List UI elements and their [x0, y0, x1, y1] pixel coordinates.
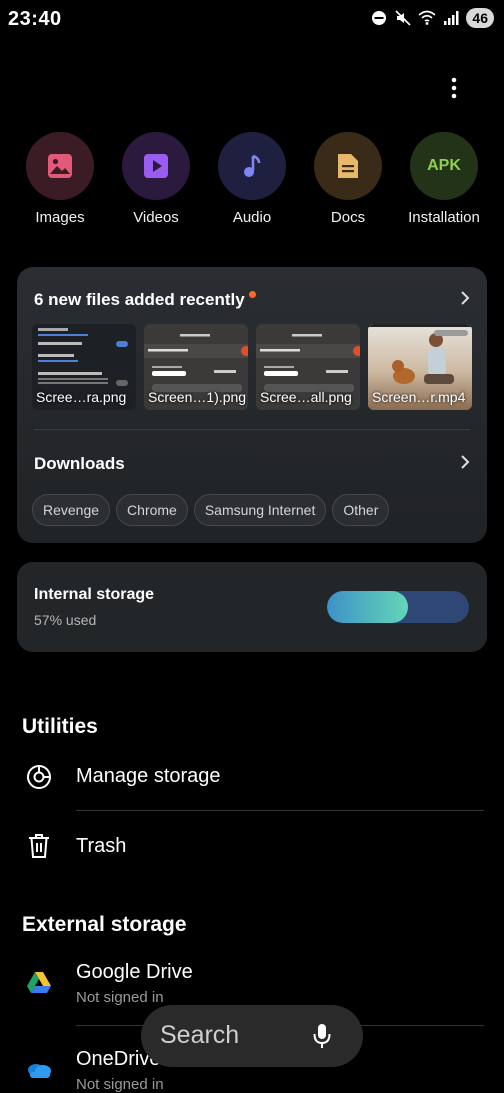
- search-bar[interactable]: Search: [141, 1005, 363, 1067]
- apk-icon: APK: [410, 132, 478, 200]
- category-installation[interactable]: APK Installation: [396, 132, 492, 226]
- status-icons: 46: [370, 8, 494, 28]
- chip-other[interactable]: Other: [332, 494, 390, 526]
- more-options-button[interactable]: [442, 76, 466, 100]
- chevron-right-icon: [460, 453, 470, 474]
- category-label: Videos: [133, 209, 179, 226]
- file-name: Screen…1).png: [148, 389, 247, 405]
- apk-badge-text: APK: [427, 157, 461, 174]
- mute-icon: [394, 9, 412, 27]
- google-drive-status: Not signed in: [76, 989, 164, 1006]
- category-audio[interactable]: Audio: [204, 132, 300, 226]
- recent-files-title: 6 new files added recently: [34, 289, 245, 309]
- images-icon: [26, 132, 94, 200]
- trash-label: Trash: [76, 835, 127, 857]
- audio-icon: [218, 132, 286, 200]
- storage-usage-fill: [327, 591, 408, 623]
- trash-item[interactable]: Trash: [0, 818, 504, 878]
- storage-used-text: 57% used: [34, 612, 97, 628]
- status-time: 23:40: [8, 8, 62, 30]
- recent-file-thumb[interactable]: Screen…r.mp4: [368, 324, 472, 410]
- card-divider: [34, 429, 470, 430]
- search-label: Search: [160, 1021, 240, 1049]
- file-name: Screen…r.mp4: [372, 389, 466, 405]
- chip-chrome[interactable]: Chrome: [116, 494, 188, 526]
- downloads-header[interactable]: Downloads: [34, 453, 470, 474]
- category-label: Audio: [232, 209, 272, 226]
- category-label: Images: [35, 209, 85, 226]
- recent-thumbnails: Scree…ra.png Screen…1).png Scree…all.png…: [32, 324, 472, 410]
- storage-chart-icon: [26, 764, 52, 790]
- file-name: Scree…ra.png: [36, 389, 127, 405]
- utilities-title: Utilities: [22, 715, 98, 738]
- external-storage-title: External storage: [22, 913, 187, 936]
- internal-storage-card[interactable]: Internal storage 57% used: [17, 562, 487, 652]
- storage-usage-bar: [327, 591, 469, 623]
- battery-indicator: 46: [466, 8, 494, 28]
- google-drive-icon: [26, 970, 52, 996]
- category-shortcuts: Images Videos Audio Docs APK Installatio…: [0, 132, 504, 232]
- recent-file-thumb[interactable]: Scree…ra.png: [32, 324, 136, 410]
- manage-storage-label: Manage storage: [76, 765, 221, 787]
- category-label: Docs: [330, 209, 366, 226]
- onedrive-icon: [26, 1056, 52, 1082]
- more-vertical-icon: [451, 77, 457, 99]
- recent-file-thumb[interactable]: Screen…1).png: [144, 324, 248, 410]
- chevron-right-icon: [460, 289, 470, 310]
- recent-file-thumb[interactable]: Scree…all.png: [256, 324, 360, 410]
- manage-storage-item[interactable]: Manage storage: [0, 748, 504, 808]
- recent-files-card: 6 new files added recently Scree…ra.png: [17, 267, 487, 543]
- category-docs[interactable]: Docs: [300, 132, 396, 226]
- wifi-icon: [418, 9, 436, 27]
- download-source-chips: Revenge Chrome Samsung Internet Other: [32, 494, 390, 526]
- videos-icon: [122, 132, 190, 200]
- chip-revenge[interactable]: Revenge: [32, 494, 111, 526]
- list-divider: [76, 810, 484, 811]
- signal-icon: [442, 9, 460, 27]
- recent-files-header[interactable]: 6 new files added recently: [34, 289, 470, 310]
- category-videos[interactable]: Videos: [108, 132, 204, 226]
- status-bar: 23:40 46: [0, 0, 504, 40]
- do-not-disturb-icon: [370, 9, 388, 27]
- trash-icon: [26, 833, 52, 859]
- google-drive-label: Google Drive: [76, 961, 193, 983]
- category-images[interactable]: Images: [12, 132, 108, 226]
- downloads-title: Downloads: [34, 453, 125, 473]
- category-label: Installation: [408, 209, 480, 226]
- new-indicator-dot: [248, 291, 256, 298]
- microphone-icon[interactable]: [313, 1023, 331, 1054]
- storage-title: Internal storage: [34, 586, 155, 603]
- docs-icon: [314, 132, 382, 200]
- onedrive-status: Not signed in: [76, 1076, 164, 1093]
- file-name: Scree…all.png: [260, 389, 352, 405]
- chip-samsung-internet[interactable]: Samsung Internet: [193, 494, 327, 526]
- google-drive-item[interactable]: Google Drive Not signed in: [0, 952, 504, 1012]
